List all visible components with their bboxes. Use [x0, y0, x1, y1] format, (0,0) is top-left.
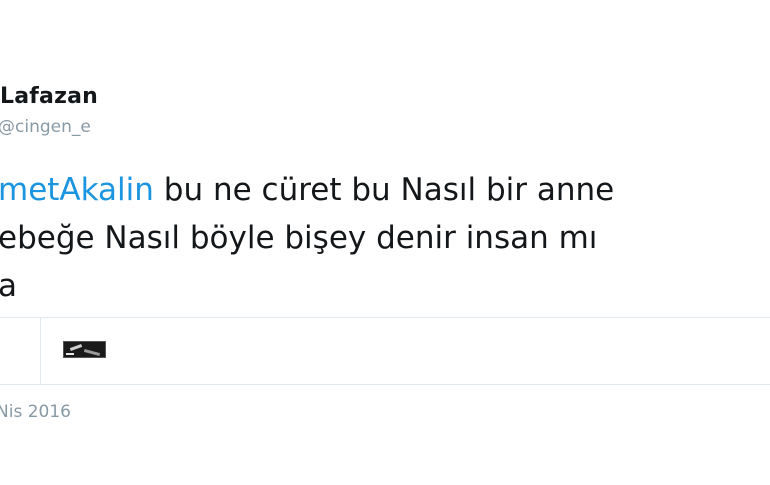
thumbnail-detail	[83, 348, 101, 357]
thumbnail-detail	[69, 344, 83, 351]
tweet-text-line-2: ebeğe Nasıl böyle bişey denir insan mı	[0, 220, 598, 256]
tweet-text-segment: bu ne cüret bu Nasıl bir anne	[153, 172, 615, 208]
thumbnail-detail	[66, 353, 74, 355]
media-divider	[40, 318, 41, 384]
tweet-card: Lafazan @cingen_e metAkalin bu ne cüret …	[0, 0, 770, 485]
tweet-text-line-1: metAkalin bu ne cüret bu Nasıl bir anne	[0, 166, 770, 214]
tweet-timestamp[interactable]: Nis 2016	[0, 402, 71, 422]
media-row	[0, 317, 770, 385]
user-handle[interactable]: @cingen_e	[0, 117, 91, 137]
photo-thumbnail-icon[interactable]	[63, 341, 106, 358]
tweet-text-line-3: a	[0, 268, 17, 304]
mention-link[interactable]: metAkalin	[0, 172, 154, 208]
user-display-name[interactable]: Lafazan	[0, 84, 98, 109]
tweet-text: metAkalin bu ne cüret bu Nasıl bir anne …	[0, 166, 770, 310]
